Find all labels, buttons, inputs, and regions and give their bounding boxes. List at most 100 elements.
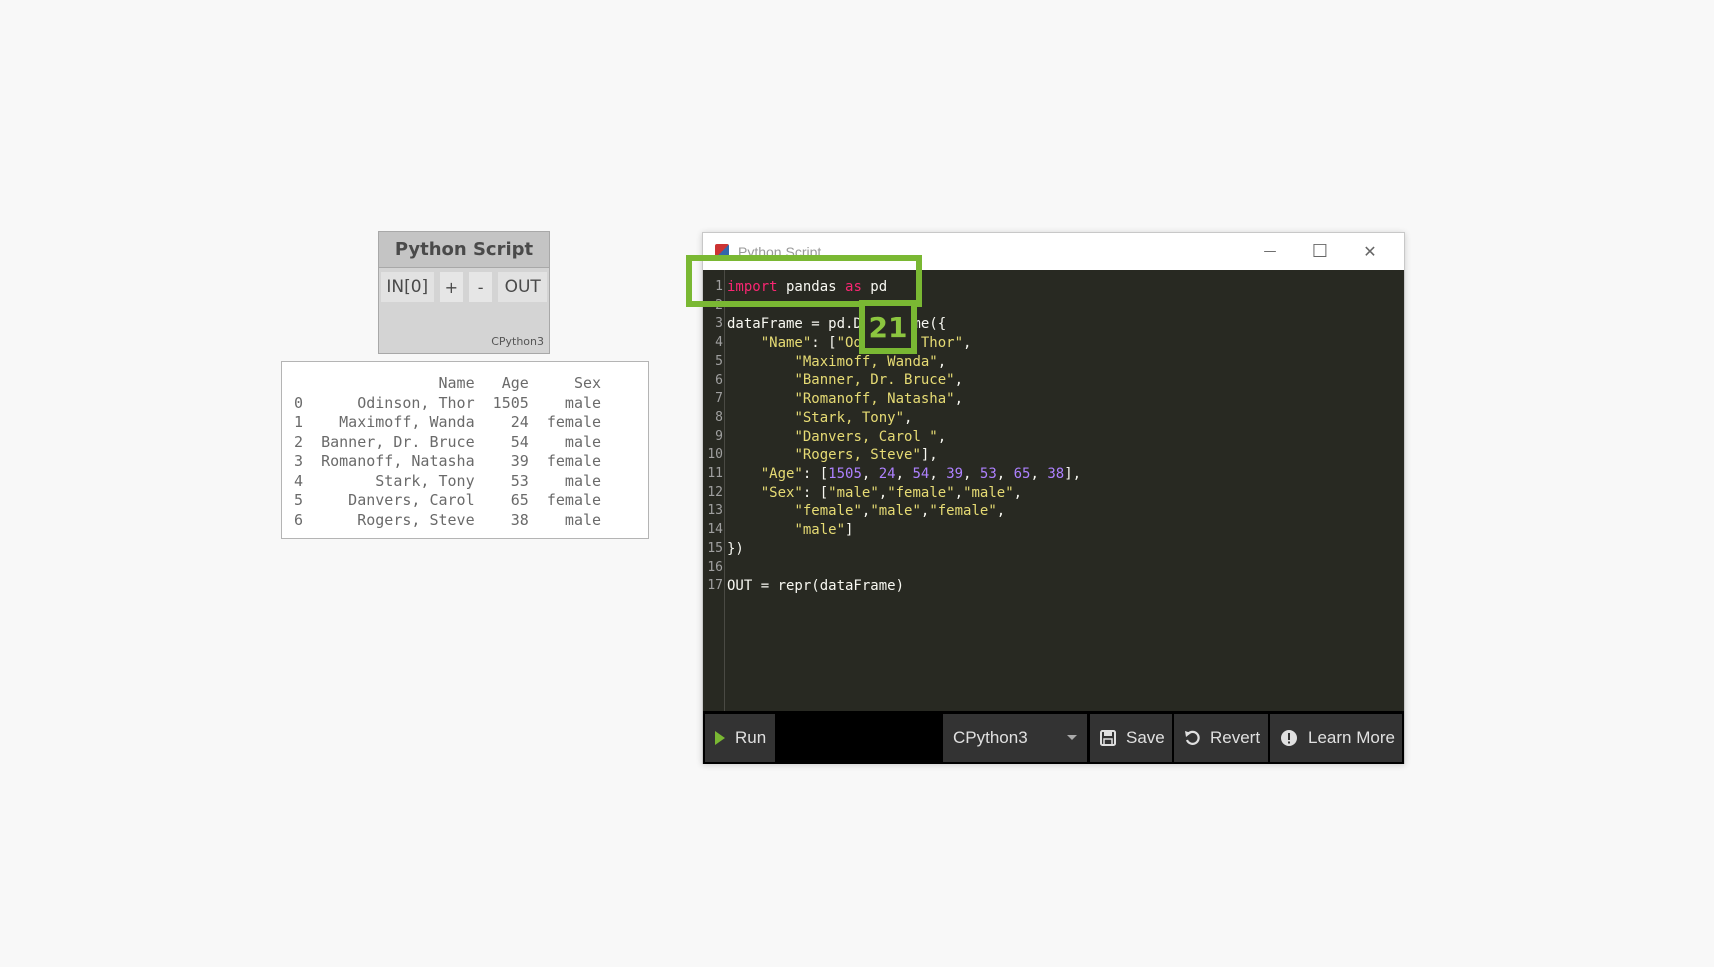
close-icon: ✕	[1363, 242, 1377, 261]
preview-line: Name Age Sex	[294, 374, 602, 392]
line-number: 5	[715, 353, 723, 369]
input-port[interactable]: IN[0]	[381, 272, 434, 302]
revert-button[interactable]: Revert	[1174, 714, 1268, 762]
code-token: "Stark, Tony"	[794, 409, 905, 426]
undo-icon	[1184, 730, 1200, 746]
line-number: 4	[715, 335, 723, 351]
code-token: ,	[895, 465, 913, 482]
engine-select[interactable]: CPython3	[943, 714, 1087, 762]
node-ports: IN[0] + - OUT	[379, 268, 549, 304]
code-token: ]	[845, 521, 854, 538]
code-token: ,	[929, 465, 947, 482]
code-line: "Danvers, Carol ",	[727, 428, 1081, 447]
code-token: "Name"	[760, 335, 812, 352]
code-line: "Stark, Tony",	[727, 409, 1081, 428]
line-number: 13	[707, 503, 723, 519]
python-editor-window: Python Script — ☐ ✕ 1 2 3 4 5 6 7 8 9 10 11 12 13 14 1…	[702, 232, 1405, 764]
maximize-button[interactable]: ☐	[1295, 233, 1345, 270]
code-token: ,	[937, 428, 947, 445]
code-token: "male"	[828, 484, 879, 501]
engine-select-value: CPython3	[953, 728, 1028, 747]
code-token: })	[727, 540, 744, 557]
save-button[interactable]: Save	[1090, 714, 1172, 762]
code-line: "Banner, Dr. Bruce",	[727, 371, 1081, 390]
add-input-button[interactable]: +	[439, 272, 463, 302]
line-number: 17	[707, 578, 723, 594]
line-number: 16	[707, 559, 723, 575]
code-token: "Danvers, Carol "	[794, 428, 938, 445]
code-line: "Romanoff, Natasha",	[727, 390, 1081, 409]
play-icon	[715, 731, 725, 745]
code-token: : [	[802, 465, 829, 482]
minimize-button[interactable]: —	[1245, 233, 1295, 270]
code-token: 1505	[828, 465, 862, 482]
preview-line: 6 Rogers, Steve 38 male	[294, 510, 602, 529]
code-token: "female"	[887, 484, 955, 501]
code-token: "male"	[870, 503, 921, 520]
code-line: "female","male","female",	[727, 502, 1081, 521]
preview-line: 5 Danvers, Carol 65 female	[294, 491, 602, 509]
code-token: "Sex"	[760, 484, 803, 501]
learn-more-label: Learn More	[1308, 728, 1395, 747]
line-number-gutter: 1 2 3 4 5 6 7 8 9 10 11 12 13 14 15 16 17	[703, 270, 725, 711]
learn-more-button[interactable]: Learn More	[1270, 714, 1402, 762]
code-token: 65	[1013, 465, 1031, 482]
code-token: : [	[811, 335, 837, 352]
line-number: 6	[715, 372, 723, 388]
code-line: "Maximoff, Wanda",	[727, 353, 1081, 372]
remove-input-button[interactable]: -	[468, 272, 493, 302]
code-token: "female"	[794, 503, 862, 520]
line-number: 12	[707, 484, 723, 500]
close-button[interactable]: ✕	[1345, 233, 1395, 270]
code-token: 53	[979, 465, 997, 482]
code-token: ,	[1013, 484, 1023, 501]
info-icon	[1280, 729, 1298, 747]
code-token: ,	[1030, 465, 1048, 482]
code-token: : [	[802, 484, 829, 501]
code-token: "Age"	[760, 465, 803, 482]
maximize-icon: ☐	[1311, 241, 1329, 262]
code-token: ,	[954, 372, 964, 389]
code-token: 39	[946, 465, 964, 482]
python-script-node[interactable]: Python Script IN[0] + - OUT CPython3	[378, 231, 550, 354]
code-token: 54	[912, 465, 930, 482]
chevron-down-icon	[1067, 735, 1077, 740]
code-token: "male"	[794, 521, 846, 538]
code-token: ,	[954, 484, 964, 501]
line-number: 7	[715, 391, 723, 407]
code-token: ,	[937, 353, 947, 370]
output-preview: Name Age Sex 0 Odinson, Thor 1505 male 1 M…	[281, 361, 649, 539]
code-line: })	[727, 540, 1081, 559]
code-line: "Sex": ["male","female","male",	[727, 484, 1081, 503]
code-token: 38	[1047, 465, 1065, 482]
code-line: "male"]	[727, 521, 1081, 540]
save-label: Save	[1126, 728, 1165, 747]
code-token: "female"	[929, 503, 997, 520]
code-token: OUT = repr(dataFrame)	[727, 578, 905, 594]
line-number: 9	[715, 428, 723, 444]
code-token: ,	[963, 465, 980, 482]
code-line: OUT = repr(dataFrame)	[727, 577, 1081, 596]
code-editor[interactable]: 1 2 3 4 5 6 7 8 9 10 11 12 13 14 15 16 17 import pandas …	[703, 270, 1404, 711]
output-port[interactable]: OUT	[498, 272, 548, 302]
run-label: Run	[735, 728, 767, 747]
preview-line: 1 Maximoff, Wanda 24 female	[294, 413, 602, 431]
preview-line: 3 Romanoff, Natasha 39 female	[294, 452, 602, 470]
step-badge: 21	[859, 300, 917, 354]
code-token: ,	[996, 465, 1014, 482]
code-token: ,	[904, 409, 913, 426]
save-icon	[1100, 730, 1116, 746]
code-token: "Banner, Dr. Bruce"	[794, 372, 955, 389]
preview-line: 0 Odinson, Thor 1505 male	[294, 393, 602, 412]
line-number: 15	[707, 540, 723, 556]
editor-toolbar: Run CPython3 Save Revert Learn More	[703, 711, 1404, 764]
run-button[interactable]: Run	[705, 714, 775, 762]
